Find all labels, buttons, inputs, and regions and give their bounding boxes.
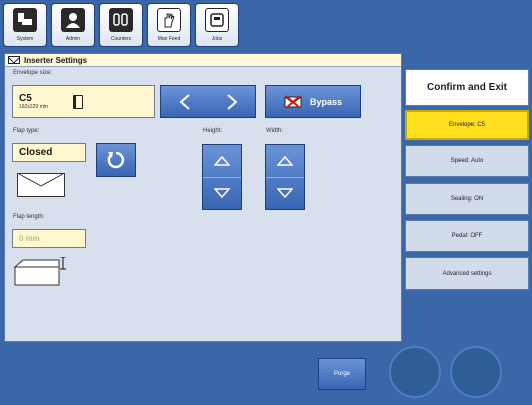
stop-button[interactable] — [450, 346, 502, 398]
flap-type-label: Flap type: — [13, 128, 40, 134]
confirm-and-exit-button[interactable]: Confirm and Exit — [405, 69, 529, 106]
admin-label: Admin — [65, 36, 81, 42]
flap-type-field[interactable]: Closed — [12, 143, 86, 162]
sealing-setting-button[interactable]: Sealing: ON — [405, 183, 529, 215]
width-stepper — [265, 144, 305, 210]
jobs-icon — [205, 8, 229, 32]
envelope-size-label: Envelope size: — [13, 70, 53, 76]
envelope-orientation-icon — [73, 95, 83, 109]
flap-length-diagram-icon — [13, 257, 66, 286]
jobs-button[interactable]: Jobs — [195, 3, 239, 47]
counters-button[interactable]: Counters — [99, 3, 143, 47]
envelope-dimensions: 162x229 mm — [19, 104, 48, 110]
system-icon — [13, 8, 37, 32]
inserter-screen: System Admin Counters Man Feed Jobs Inse… — [0, 0, 532, 405]
bypass-label: Bypass — [309, 96, 343, 107]
man-feed-button[interactable]: Man Feed — [147, 3, 191, 47]
pedal-setting-button[interactable]: Pedal: OFF — [405, 220, 529, 252]
envelope-size-selector — [160, 85, 256, 118]
previous-size-button[interactable] — [161, 86, 208, 117]
next-size-button[interactable] — [208, 86, 255, 117]
bypass-envelope-icon — [284, 94, 302, 109]
width-label: Width: — [266, 128, 284, 134]
advanced-settings-button[interactable]: Advanced settings — [405, 257, 529, 290]
triangle-down-icon — [214, 188, 230, 199]
flap-length-label: Flap length: — [13, 214, 45, 220]
height-stepper — [202, 144, 242, 210]
height-increase-button[interactable] — [203, 145, 241, 178]
triangle-down-icon — [277, 188, 293, 199]
speed-setting-button[interactable]: Speed: Auto — [405, 145, 529, 177]
admin-icon — [61, 8, 85, 32]
counters-label: Counters — [110, 36, 132, 42]
triangle-up-icon — [214, 155, 230, 166]
envelope-size-field[interactable]: C5 162x229 mm — [12, 85, 155, 118]
panel-header: Inserter Settings — [5, 54, 401, 67]
rotate-icon — [107, 151, 125, 169]
man-feed-label: Man Feed — [157, 36, 181, 42]
start-button[interactable] — [389, 346, 441, 398]
chevron-right-icon — [226, 93, 238, 110]
jobs-label: Jobs — [211, 36, 223, 42]
system-button[interactable]: System — [3, 3, 47, 47]
counters-icon — [109, 8, 133, 32]
purge-button[interactable]: Purge — [318, 358, 366, 390]
admin-button[interactable]: Admin — [51, 3, 95, 47]
height-decrease-button[interactable] — [203, 178, 241, 210]
top-toolbar: System Admin Counters Man Feed Jobs — [3, 3, 239, 47]
bypass-button[interactable]: Bypass — [265, 85, 361, 118]
panel-title: Inserter Settings — [24, 55, 88, 65]
triangle-up-icon — [277, 155, 293, 166]
flap-length-field[interactable]: 0 mm — [12, 229, 86, 248]
hand-icon — [157, 8, 181, 32]
rotate-flap-button[interactable] — [96, 143, 136, 177]
envelope-setting-button[interactable]: Envelope: C5 — [405, 110, 529, 140]
system-label: System — [16, 36, 34, 42]
height-label: Height: — [203, 128, 223, 134]
width-increase-button[interactable] — [266, 145, 304, 178]
envelope-preview-icon — [17, 173, 65, 197]
envelope-code: C5 — [19, 93, 32, 104]
envelope-icon — [8, 56, 20, 64]
width-decrease-button[interactable] — [266, 178, 304, 210]
chevron-left-icon — [178, 93, 190, 110]
